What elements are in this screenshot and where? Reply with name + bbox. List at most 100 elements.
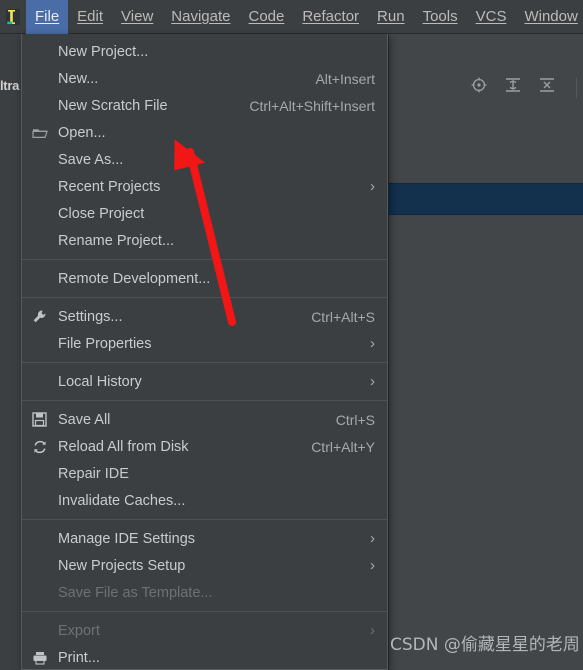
menu-item-shortcut: Alt+Insert bbox=[315, 70, 375, 87]
menu-item-manage-ide-settings[interactable]: Manage IDE Settings › bbox=[22, 525, 387, 552]
editor-toolbar bbox=[388, 34, 583, 74]
menu-item-print[interactable]: Print... bbox=[22, 644, 387, 670]
menu-vcs[interactable]: VCS bbox=[467, 0, 516, 34]
menu-code[interactable]: Code bbox=[239, 0, 293, 34]
menu-item-label: New Project... bbox=[58, 43, 149, 60]
intellij-logo-icon[interactable] bbox=[0, 0, 26, 34]
menu-item-repair-ide[interactable]: Repair IDE bbox=[22, 460, 387, 487]
menu-item-save-all[interactable]: Save All Ctrl+S bbox=[22, 406, 387, 433]
submenu-arrow-icon: › bbox=[370, 178, 375, 195]
menu-item-new-scratch-file[interactable]: New Scratch File Ctrl+Alt+Shift+Insert bbox=[22, 92, 387, 119]
menu-item-shortcut: Ctrl+S bbox=[335, 411, 375, 428]
submenu-arrow-icon: › bbox=[370, 530, 375, 547]
menu-item-label: New Projects Setup bbox=[58, 557, 186, 574]
menu-view[interactable]: View bbox=[112, 0, 162, 34]
menu-separator bbox=[22, 519, 387, 520]
menu-item-close-project[interactable]: Close Project bbox=[22, 200, 387, 227]
file-menu-dropdown: New Project... New... Alt+Insert New Scr… bbox=[21, 34, 388, 670]
toolbar-divider bbox=[576, 77, 577, 98]
no-icon bbox=[32, 96, 54, 116]
menu-item-label: Close Project bbox=[58, 205, 145, 222]
menu-item-save-file-as-template: Save File as Template... bbox=[22, 579, 387, 606]
menu-code-label: Code bbox=[248, 8, 285, 25]
menu-item-recent-projects[interactable]: Recent Projects › bbox=[22, 173, 387, 200]
menu-item-label: Manage IDE Settings bbox=[58, 530, 196, 547]
no-icon bbox=[32, 556, 54, 576]
menu-item-new-projects-setup[interactable]: New Projects Setup › bbox=[22, 552, 387, 579]
menu-item-open[interactable]: Open... bbox=[22, 119, 387, 146]
menu-item-shortcut: Ctrl+Alt+Y bbox=[311, 438, 375, 455]
no-icon bbox=[32, 334, 54, 354]
tool-window-label: ltra bbox=[0, 78, 20, 93]
menu-window[interactable]: Window bbox=[515, 0, 583, 34]
save-icon bbox=[32, 410, 54, 430]
menu-item-label: Save File as Template... bbox=[58, 584, 213, 601]
menu-run-label: Run bbox=[377, 8, 405, 25]
menu-item-label: Rename Project... bbox=[58, 232, 175, 249]
menu-edit[interactable]: Edit bbox=[68, 0, 112, 34]
editor-toolbar-icons bbox=[470, 76, 577, 99]
no-icon bbox=[32, 464, 54, 484]
no-icon bbox=[32, 42, 54, 62]
menu-tools-label: Tools bbox=[422, 8, 458, 25]
no-icon bbox=[32, 529, 54, 549]
menu-item-label: Recent Projects bbox=[58, 178, 161, 195]
main-menu-bar: File Edit View Navigate Code Refactor Ru… bbox=[0, 0, 583, 34]
menu-item-export: Export › bbox=[22, 617, 387, 644]
menu-item-label: Open... bbox=[58, 124, 106, 141]
menu-item-label: Save As... bbox=[58, 151, 124, 168]
submenu-arrow-icon: › bbox=[370, 622, 375, 639]
menu-item-file-properties[interactable]: File Properties › bbox=[22, 330, 387, 357]
print-icon bbox=[32, 648, 54, 668]
reload-icon bbox=[32, 437, 54, 457]
menu-item-label: Reload All from Disk bbox=[58, 438, 189, 455]
menu-item-local-history[interactable]: Local History › bbox=[22, 368, 387, 395]
menu-item-rename-project[interactable]: Rename Project... bbox=[22, 227, 387, 254]
submenu-arrow-icon: › bbox=[370, 557, 375, 574]
menu-item-label: Save All bbox=[58, 411, 111, 428]
menu-edit-label: Edit bbox=[77, 8, 104, 25]
tool-window-strip: ltra bbox=[0, 34, 22, 670]
menu-file[interactable]: File bbox=[26, 0, 69, 34]
locate-target-icon[interactable] bbox=[470, 76, 488, 99]
no-icon bbox=[32, 372, 54, 392]
watermark-text: CSDN @偷藏星星的老周 bbox=[390, 635, 580, 655]
menu-separator bbox=[22, 259, 387, 260]
menu-separator bbox=[22, 362, 387, 363]
menu-item-label: Local History bbox=[58, 373, 142, 390]
menu-item-remote-development[interactable]: Remote Development... bbox=[22, 265, 387, 292]
menu-item-reload-all-from-disk[interactable]: Reload All from Disk Ctrl+Alt+Y bbox=[22, 433, 387, 460]
submenu-arrow-icon: › bbox=[370, 373, 375, 390]
menu-window-label: Window bbox=[524, 8, 578, 25]
no-icon bbox=[32, 621, 54, 641]
menu-item-label: New Scratch File bbox=[58, 97, 168, 114]
menu-item-new[interactable]: New... Alt+Insert bbox=[22, 65, 387, 92]
pane-divider bbox=[388, 34, 389, 670]
menu-separator bbox=[22, 611, 387, 612]
menu-run[interactable]: Run bbox=[368, 0, 414, 34]
menu-item-label: File Properties bbox=[58, 335, 152, 352]
wrench-icon bbox=[32, 307, 54, 327]
no-icon bbox=[32, 269, 54, 289]
no-icon bbox=[32, 583, 54, 603]
no-icon bbox=[32, 69, 54, 89]
menu-separator bbox=[22, 297, 387, 298]
folder-open-icon bbox=[32, 123, 54, 143]
menu-refactor[interactable]: Refactor bbox=[293, 0, 368, 34]
menu-item-invalidate-caches[interactable]: Invalidate Caches... bbox=[22, 487, 387, 514]
menu-tools[interactable]: Tools bbox=[414, 0, 467, 34]
menu-item-save-as[interactable]: Save As... bbox=[22, 146, 387, 173]
collapse-all-icon[interactable] bbox=[538, 76, 556, 99]
menu-navigate[interactable]: Navigate bbox=[162, 0, 239, 34]
menu-item-label: Invalidate Caches... bbox=[58, 492, 186, 509]
menu-item-label: Print... bbox=[58, 649, 100, 666]
expand-all-icon[interactable] bbox=[504, 76, 522, 99]
menu-navigate-label: Navigate bbox=[171, 8, 231, 25]
menu-item-settings[interactable]: Settings... Ctrl+Alt+S bbox=[22, 303, 387, 330]
menu-item-new-project[interactable]: New Project... bbox=[22, 38, 387, 65]
menu-item-label: Settings... bbox=[58, 308, 123, 325]
no-icon bbox=[32, 150, 54, 170]
menu-vcs-label: VCS bbox=[475, 8, 507, 25]
menu-item-shortcut: Ctrl+Alt+Shift+Insert bbox=[249, 97, 375, 114]
no-icon bbox=[32, 204, 54, 224]
